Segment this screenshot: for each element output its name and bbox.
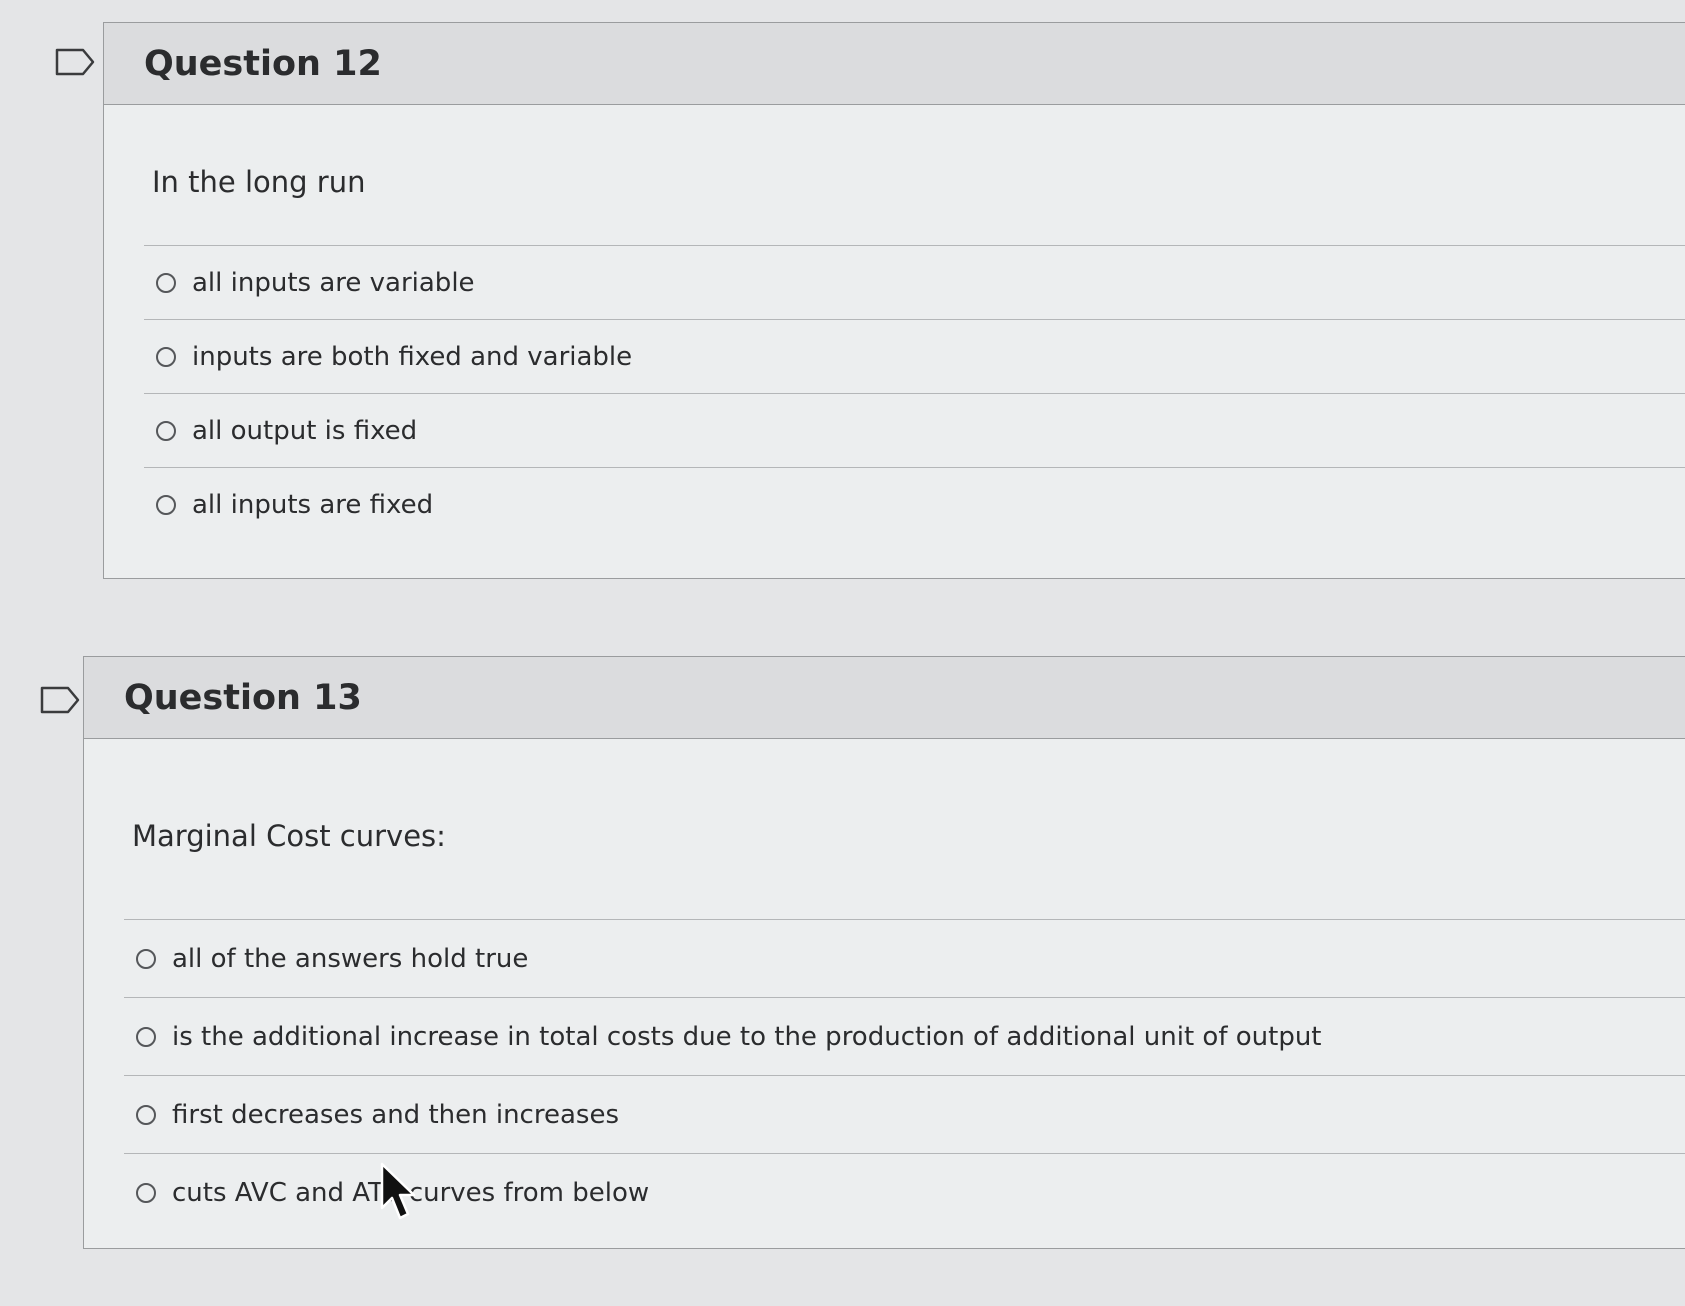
question-prompt: Marginal Cost curves:: [124, 819, 1685, 920]
answer-label: all output is fixed: [192, 415, 418, 446]
answer-option[interactable]: is the additional increase in total cost…: [124, 998, 1685, 1076]
question-header: Question 12: [104, 23, 1685, 105]
flag-question-icon[interactable]: [55, 48, 95, 76]
question-card: Question 12 In the long run all inputs a…: [103, 22, 1685, 579]
answer-label: inputs are both fixed and variable: [192, 341, 633, 372]
radio-button[interactable]: [156, 494, 176, 515]
answer-label: all inputs are variable: [192, 267, 475, 298]
radio-button[interactable]: [156, 420, 176, 441]
radio-button[interactable]: [136, 1026, 156, 1047]
mouse-pointer-icon: [380, 1162, 416, 1220]
answer-list: all of the answers hold true is the addi…: [124, 920, 1685, 1231]
answer-option[interactable]: all inputs are variable: [144, 246, 1685, 320]
answer-label: is the additional increase in total cost…: [172, 1021, 1322, 1052]
question-prompt: In the long run: [144, 165, 1685, 246]
answer-label: first decreases and then increases: [172, 1099, 619, 1130]
radio-button[interactable]: [136, 1104, 156, 1125]
radio-button[interactable]: [136, 1182, 156, 1203]
question-card: Question 13 Marginal Cost curves: all of…: [83, 656, 1685, 1249]
flag-question-icon[interactable]: [40, 686, 80, 714]
answer-label: all of the answers hold true: [172, 943, 529, 974]
radio-button[interactable]: [156, 346, 176, 367]
question-title: Question 13: [124, 677, 362, 718]
question-title: Question 12: [144, 43, 382, 84]
answer-option[interactable]: all inputs are fixed: [144, 468, 1685, 541]
answer-option[interactable]: cuts AVC and ATC curves from below: [124, 1154, 1685, 1231]
answer-option[interactable]: all of the answers hold true: [124, 920, 1685, 998]
answer-option[interactable]: all output is fixed: [144, 394, 1685, 468]
radio-button[interactable]: [136, 948, 156, 969]
answer-option[interactable]: inputs are both fixed and variable: [144, 320, 1685, 394]
answer-list: all inputs are variable inputs are both …: [144, 246, 1685, 541]
radio-button[interactable]: [156, 272, 176, 293]
answer-option[interactable]: first decreases and then increases: [124, 1076, 1685, 1154]
answer-label: all inputs are fixed: [192, 489, 434, 520]
question-header: Question 13: [84, 657, 1685, 739]
